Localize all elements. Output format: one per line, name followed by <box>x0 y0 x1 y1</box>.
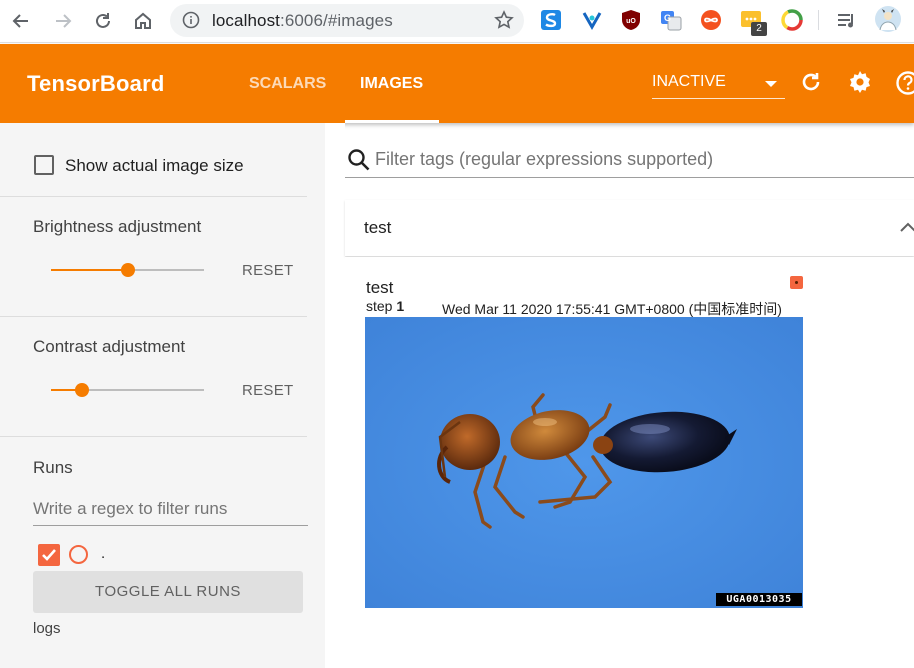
logdir-label: logs <box>33 620 61 637</box>
chevron-down-icon <box>765 81 777 87</box>
info-icon[interactable] <box>182 11 200 29</box>
image-step: step 1 <box>366 298 404 314</box>
ant-image[interactable] <box>365 317 803 608</box>
vpn-icon[interactable] <box>581 9 603 31</box>
run-checkbox[interactable] <box>38 544 60 566</box>
sidebar-divider <box>0 436 307 437</box>
url-text[interactable]: localhost:6006/#images <box>212 11 393 31</box>
chrome-circle-icon[interactable] <box>781 9 803 31</box>
sidebar: Show actual image size Brightness adjust… <box>0 123 325 668</box>
run-color-indicator <box>790 276 803 289</box>
profile-avatar[interactable] <box>874 5 902 33</box>
tab-scalars[interactable]: SCALARS <box>249 75 326 93</box>
run-status-value: INACTIVE <box>652 73 726 90</box>
run-name: . <box>101 545 106 562</box>
run-status-dropdown[interactable]: INACTIVE <box>652 72 785 99</box>
browser-toolbar: localhost:6006/#images uO G 2 <box>0 0 914 43</box>
tag-filter-input[interactable]: Filter tags (regular expressions support… <box>375 149 713 170</box>
brightness-slider-thumb[interactable] <box>121 263 135 277</box>
gear-icon[interactable] <box>847 70 873 96</box>
tag-filter[interactable]: Filter tags (regular expressions support… <box>345 142 914 178</box>
app-header: TensorBoard SCALARS IMAGES INACTIVE <box>0 44 914 123</box>
url-host: localhost <box>212 11 280 30</box>
ant-photo <box>365 317 803 608</box>
contrast-slider-thumb[interactable] <box>75 383 89 397</box>
show-actual-size-label[interactable]: Show actual image size <box>65 156 244 176</box>
brightness-reset-button[interactable]: RESET <box>242 262 294 279</box>
toggle-all-runs-button[interactable]: TOGGLE ALL RUNS <box>33 571 303 613</box>
toolbar-divider <box>818 10 819 30</box>
svg-text:G: G <box>664 13 671 23</box>
contrast-reset-button[interactable]: RESET <box>242 382 294 399</box>
image-watermark: UGA0013035 <box>716 593 802 606</box>
refresh-icon[interactable] <box>799 70 823 94</box>
svg-text:uO: uO <box>626 18 636 25</box>
sogou-icon[interactable] <box>540 9 562 31</box>
run-color-radio[interactable] <box>69 545 88 564</box>
reload-button[interactable] <box>90 8 116 34</box>
runs-label: Runs <box>33 458 73 477</box>
app-title: TensorBoard <box>27 71 165 96</box>
image-timestamp: Wed Mar 11 2020 17:55:41 GMT+0800 (中国标准时… <box>442 301 782 317</box>
active-tab-indicator <box>345 120 439 123</box>
show-actual-size-checkbox[interactable] <box>34 155 54 175</box>
back-button[interactable] <box>8 8 34 34</box>
forward-button[interactable] <box>50 8 76 34</box>
contrast-label: Contrast adjustment <box>33 337 186 356</box>
sidebar-divider <box>0 196 307 197</box>
tag-group-header[interactable]: test <box>345 200 914 256</box>
tab-images[interactable]: IMAGES <box>360 75 423 93</box>
star-icon[interactable] <box>494 10 514 30</box>
arrow-right-icon <box>56 14 72 28</box>
help-icon[interactable] <box>895 70 914 96</box>
brightness-slider-fill <box>51 269 128 271</box>
image-tag: test <box>366 278 394 297</box>
chevron-up-icon[interactable] <box>898 221 914 235</box>
ublock-icon[interactable]: uO <box>620 9 642 31</box>
reload-icon <box>96 13 110 28</box>
translate-icon[interactable]: G <box>660 9 682 31</box>
sidebar-divider <box>0 316 307 317</box>
step-label: step <box>366 298 393 314</box>
tag-group-title: test <box>364 218 392 237</box>
arrow-left-icon <box>12 14 28 28</box>
checkmark-icon <box>42 549 56 561</box>
infinity-icon[interactable] <box>700 9 722 31</box>
sidebar-spacer <box>325 123 345 668</box>
playlist-icon[interactable] <box>836 9 858 31</box>
address-bar[interactable]: localhost:6006/#images <box>170 4 524 37</box>
runs-filter-input[interactable]: Write a regex to filter runs <box>33 493 308 526</box>
step-value: 1 <box>396 298 405 314</box>
home-icon <box>135 12 151 29</box>
home-button[interactable] <box>130 8 156 34</box>
brightness-label: Brightness adjustment <box>33 217 202 236</box>
url-path: :6006/#images <box>280 11 393 30</box>
search-icon <box>348 149 370 171</box>
extension-badge: 2 <box>751 22 767 36</box>
